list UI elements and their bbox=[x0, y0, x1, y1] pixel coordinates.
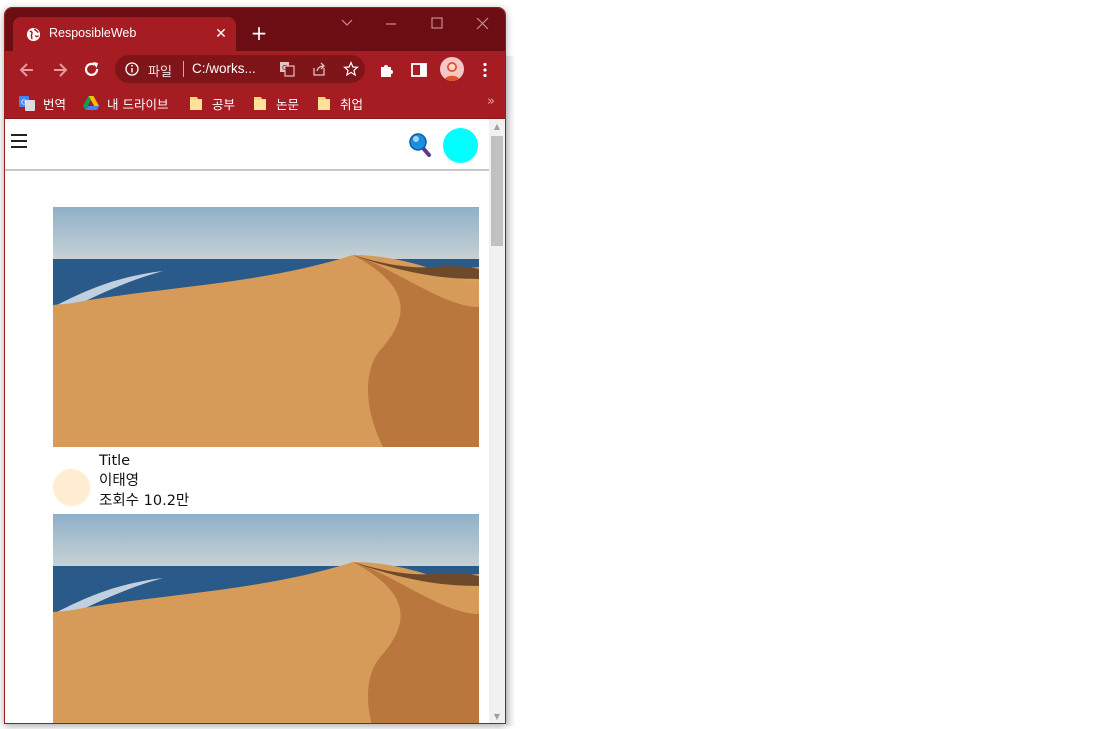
desert-dune-ocean-image bbox=[53, 514, 479, 723]
browser-tab[interactable]: ResposibleWeb ✕ bbox=[13, 17, 236, 51]
address-bar[interactable]: 파일 C:/works... G bbox=[115, 55, 365, 83]
video-author[interactable]: 이태영 bbox=[99, 471, 189, 491]
bookmark-item-translate[interactable]: G 번역 bbox=[19, 92, 66, 114]
channel-avatar[interactable] bbox=[53, 469, 90, 506]
search-icon[interactable] bbox=[408, 132, 432, 158]
reload-icon[interactable] bbox=[82, 60, 102, 80]
window-shadow bbox=[506, 56, 516, 726]
info-icon[interactable] bbox=[125, 62, 139, 76]
share-icon[interactable] bbox=[311, 61, 327, 77]
google-drive-icon bbox=[83, 96, 99, 110]
video-views: 조회수 10.2만 bbox=[99, 493, 190, 509]
bookmark-item-drive[interactable]: 내 드라이브 bbox=[83, 92, 168, 114]
scheme-label: 파일 bbox=[148, 65, 172, 80]
bookmark-item-jobs[interactable]: 취업 bbox=[316, 92, 363, 114]
profile-avatar-icon[interactable] bbox=[440, 57, 464, 81]
bookmark-star-icon[interactable] bbox=[343, 61, 359, 77]
omnibox-divider bbox=[183, 61, 184, 77]
bookmark-label: 공부 bbox=[212, 96, 236, 112]
tab-strip: ResposibleWeb ✕ + bbox=[5, 8, 505, 51]
globe-icon bbox=[26, 27, 41, 42]
tab-title: ResposibleWeb bbox=[49, 26, 137, 40]
scroll-down-arrow-icon[interactable]: ▼ bbox=[493, 713, 501, 721]
scroll-up-arrow-icon[interactable]: ▲ bbox=[493, 123, 501, 131]
side-panel-icon[interactable] bbox=[409, 60, 429, 80]
video-info: Title 이태영 조회수 10.2만 bbox=[53, 451, 479, 511]
close-window-icon[interactable] bbox=[469, 14, 497, 34]
translate-page-icon[interactable]: G bbox=[279, 61, 295, 77]
folder-icon bbox=[254, 97, 266, 110]
desert-dune-ocean-image bbox=[53, 207, 479, 447]
folder-icon bbox=[190, 97, 202, 110]
back-arrow-icon[interactable] bbox=[17, 60, 37, 80]
folder-icon bbox=[318, 97, 330, 110]
bookmarks-overflow-icon[interactable]: » bbox=[487, 94, 495, 109]
extensions-puzzle-icon[interactable] bbox=[377, 60, 397, 80]
bookmark-label: 논문 bbox=[276, 96, 300, 112]
hamburger-menu-icon[interactable] bbox=[11, 134, 27, 148]
maximize-icon[interactable] bbox=[423, 14, 451, 34]
page-viewport: Title 이태영 조회수 10.2만 bbox=[5, 119, 489, 723]
user-avatar-button[interactable] bbox=[443, 128, 478, 163]
bookmark-label: 번역 bbox=[43, 96, 67, 112]
forward-arrow-icon[interactable] bbox=[50, 60, 70, 80]
svg-text:G: G bbox=[21, 99, 26, 107]
minimize-icon[interactable] bbox=[377, 14, 405, 34]
scrollbar-thumb[interactable] bbox=[491, 136, 503, 246]
more-menu-icon[interactable] bbox=[475, 60, 495, 80]
video-thumbnail[interactable] bbox=[53, 514, 479, 723]
page-scrollbar[interactable]: ▲ ▼ bbox=[489, 119, 505, 723]
video-thumbnail[interactable] bbox=[53, 207, 479, 447]
svg-text:G: G bbox=[282, 64, 287, 72]
tab-search-icon[interactable] bbox=[333, 14, 361, 34]
browser-window: ResposibleWeb ✕ + 파일 C:/works... G G 번역 … bbox=[4, 7, 506, 724]
translate-icon: G bbox=[19, 96, 35, 111]
new-tab-icon[interactable]: + bbox=[249, 23, 269, 43]
video-meta: Title 이태영 조회수 10.2만 bbox=[99, 451, 189, 511]
page-header bbox=[5, 119, 489, 171]
bookmarks-bar: G 번역 내 드라이브 공부 논문 취업 » bbox=[5, 89, 505, 119]
bookmark-item-study[interactable]: 공부 bbox=[188, 92, 235, 114]
tab-close-icon[interactable]: ✕ bbox=[212, 25, 230, 43]
video-title[interactable]: Title bbox=[99, 451, 189, 471]
bookmark-label: 취업 bbox=[340, 96, 364, 112]
bookmark-item-papers[interactable]: 논문 bbox=[252, 92, 299, 114]
browser-toolbar: 파일 C:/works... G bbox=[5, 51, 505, 89]
url-text[interactable]: C:/works... bbox=[192, 61, 256, 76]
bookmark-label: 내 드라이브 bbox=[107, 96, 169, 112]
